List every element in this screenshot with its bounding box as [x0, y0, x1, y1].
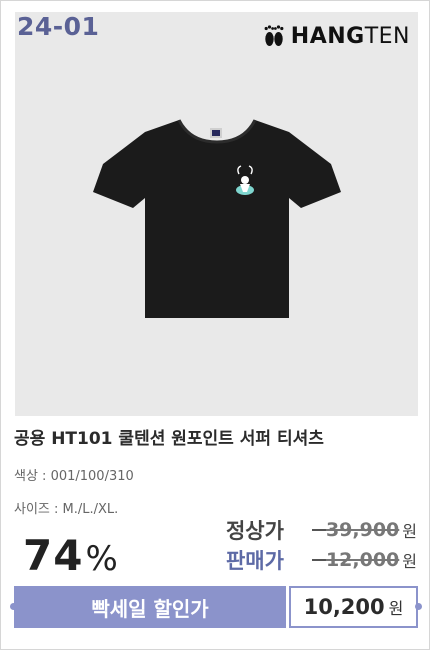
- deal-label[interactable]: 빡세일 할인가: [14, 586, 286, 628]
- sale-price-row: 판매가 12,000 원: [226, 545, 417, 575]
- footprint-icon: [264, 25, 284, 46]
- sale-price: 12,000: [325, 549, 400, 571]
- tshirt-image: [93, 119, 341, 318]
- final-price-box[interactable]: 10,200 원: [289, 586, 418, 628]
- discount-value: 74: [23, 531, 84, 580]
- brand-name: HANGTEN: [291, 24, 410, 49]
- product-card[interactable]: 24-01 HANGTEN 공용 HT101 쿨텐션 원포인트 서퍼 티셔츠 색…: [0, 0, 430, 650]
- regular-price-label: 정상가: [225, 519, 284, 543]
- regular-price-row: 정상가 39,900 원: [226, 515, 417, 545]
- sale-price-label: 판매가: [225, 549, 284, 573]
- final-price: 10,200: [303, 595, 385, 619]
- brand-logo: HANGTEN: [263, 21, 410, 51]
- brand-name-part1: HANG: [290, 23, 365, 49]
- sale-price-unit: 원: [402, 552, 417, 571]
- ticket-notch-left: [10, 603, 17, 610]
- regular-price-unit: 원: [402, 522, 417, 541]
- product-image-area[interactable]: 24-01 HANGTEN: [15, 12, 418, 416]
- discount-rate: 74%: [23, 531, 119, 580]
- size-options: 사이즈 : M./L./XL.: [14, 502, 119, 517]
- strike-lead: [311, 559, 326, 561]
- ticket-notch-right: [415, 603, 422, 610]
- deal-banner[interactable]: 빡세일 할인가 10,200 원: [10, 586, 422, 628]
- discount-percent-sign: %: [85, 539, 119, 579]
- final-price-unit: 원: [388, 599, 404, 618]
- strike-lead: [311, 529, 326, 531]
- product-title[interactable]: 공용 HT101 쿨텐션 원포인트 서퍼 티셔츠: [14, 424, 324, 449]
- color-options: 색상 : 001/100/310: [14, 469, 134, 484]
- regular-price: 39,900: [325, 519, 400, 541]
- product-code: 24-01: [17, 12, 100, 41]
- brand-name-part2: TEN: [364, 23, 410, 49]
